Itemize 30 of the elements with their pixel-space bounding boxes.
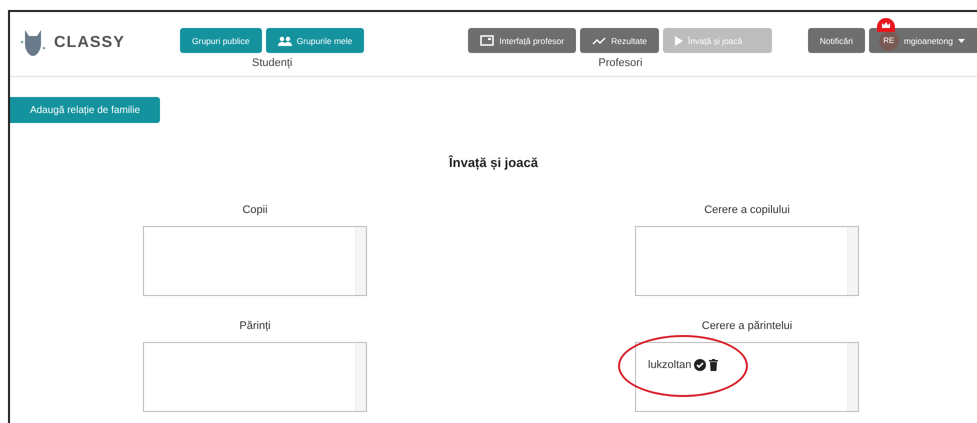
user-menu-button[interactable]: RE mgioanetong (868, 28, 977, 53)
play-icon (675, 36, 684, 46)
notifications-button[interactable]: Notificări (808, 28, 865, 53)
cat-logo-icon (20, 28, 46, 58)
scrollbar (355, 227, 366, 295)
caret-icon (958, 38, 965, 42)
group-button[interactable]: Grupurile mele (266, 28, 364, 53)
group-label: Profesori (598, 57, 642, 69)
panel-label: Părinți (239, 320, 271, 332)
trash-icon[interactable] (709, 359, 718, 371)
panel-label: Cerere a copilului (704, 204, 790, 216)
username-text: lukzoltan (648, 359, 692, 371)
teacher-button[interactable]: Interfață profesor (468, 28, 576, 53)
people-icon (278, 36, 292, 46)
page-title: Învață și joacă (448, 155, 539, 170)
screen-icon (480, 35, 494, 46)
notification-badge (876, 18, 895, 32)
chart-icon (592, 36, 606, 44)
panel-label: Cerere a părintelui (702, 320, 792, 332)
group-button[interactable]: Grupuri publice (180, 28, 262, 53)
add-family-button[interactable]: Adaugă relație de familie (10, 97, 160, 123)
user-avatar: RE (878, 30, 899, 50)
group-label: Studenți (252, 57, 292, 69)
accept-icon[interactable] (694, 359, 706, 371)
teacher-button[interactable]: Rezultate (580, 28, 660, 53)
scrollbar (355, 343, 366, 411)
logo-text: CLASSY (54, 34, 125, 52)
scrollbar (847, 227, 858, 295)
scrollbar (847, 343, 858, 411)
panel-label: Copii (242, 204, 268, 216)
